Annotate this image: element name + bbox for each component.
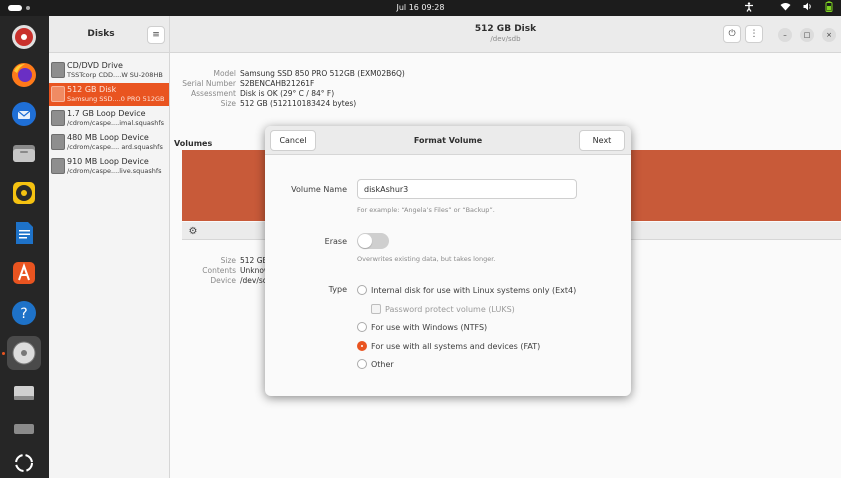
clock[interactable]: Jul 16 09:28 bbox=[0, 3, 841, 12]
dock-thunderbird-icon[interactable] bbox=[7, 97, 41, 131]
disk-menu-button[interactable]: ⋮ bbox=[745, 25, 763, 43]
option-label: For use with all systems and devices (FA… bbox=[371, 341, 541, 351]
power-off-button[interactable]: ⏻ bbox=[723, 25, 741, 43]
volumes-heading: Volumes bbox=[174, 139, 213, 148]
assessment-value: Disk is OK (29° C / 84° F) bbox=[240, 89, 335, 98]
top-bar: Jul 16 09:28 bbox=[0, 0, 841, 16]
format-volume-dialog: Cancel Format Volume Next Volume Name di… bbox=[265, 126, 631, 396]
disk-description: /cdrom/caspe....imal.squashfs bbox=[67, 119, 165, 127]
dock-rhythmbox-icon[interactable] bbox=[7, 176, 41, 210]
serial-value: S2BENCAHB21261F bbox=[240, 79, 315, 88]
disk-item-loop-910mb[interactable]: 910 MB Loop Device /cdrom/caspe....live.… bbox=[49, 155, 169, 178]
volume-icon[interactable] bbox=[803, 2, 813, 14]
maximize-button[interactable]: □ bbox=[800, 28, 814, 42]
device-label: Device bbox=[210, 276, 236, 285]
volume-size-label: Size bbox=[220, 256, 236, 265]
dock-disks-active-icon[interactable] bbox=[7, 336, 41, 370]
disk-name: 910 MB Loop Device bbox=[67, 157, 149, 166]
disk-list: CD/DVD Drive TSSTcorp CDD....W SU-208HB … bbox=[49, 53, 170, 478]
next-button[interactable]: Next bbox=[579, 130, 625, 151]
dialog-title: Format Volume bbox=[413, 136, 483, 145]
show-apps-icon[interactable] bbox=[7, 446, 41, 478]
main-header: 512 GB Disk /dev/sdb ⏻ ⋮ – □ × bbox=[170, 16, 841, 53]
disk-description: /cdrom/caspe....live.squashfs bbox=[67, 167, 162, 175]
option-label: Password protect volume (LUKS) bbox=[385, 304, 515, 314]
svg-text:?: ? bbox=[20, 306, 27, 322]
disk-name: 480 MB Loop Device bbox=[67, 133, 149, 142]
checkbox[interactable] bbox=[371, 304, 381, 314]
size-label: Size bbox=[220, 99, 236, 108]
dock-drive-2-icon[interactable] bbox=[7, 412, 41, 446]
volume-name-hint: For example: “Angela’s Files” or “Backup… bbox=[357, 206, 495, 214]
toggle-knob bbox=[358, 234, 372, 248]
disk-item-loop-1-7gb[interactable]: 1.7 GB Loop Device /cdrom/caspe....imal.… bbox=[49, 107, 169, 130]
disk-item-cd-dvd[interactable]: CD/DVD Drive TSSTcorp CDD....W SU-208HB bbox=[49, 59, 169, 82]
type-option-ext4[interactable]: Internal disk for use with Linux systems… bbox=[357, 284, 576, 296]
battery-icon[interactable] bbox=[825, 1, 833, 15]
minimize-button[interactable]: – bbox=[778, 28, 792, 42]
assessment-label: Assessment bbox=[191, 89, 236, 98]
maximize-icon: □ bbox=[803, 31, 811, 39]
sidebar-title: Disks bbox=[87, 29, 115, 39]
erase-toggle[interactable] bbox=[357, 233, 389, 249]
optical-drive-icon bbox=[51, 62, 65, 78]
dock-drive-icon[interactable] bbox=[7, 376, 41, 410]
option-label: Other bbox=[371, 359, 394, 369]
power-icon: ⏻ bbox=[728, 29, 736, 39]
option-label: Internal disk for use with Linux systems… bbox=[371, 285, 577, 295]
disk-description: /cdrom/caspe.... ard.squashfs bbox=[67, 143, 163, 151]
system-tray[interactable] bbox=[744, 1, 833, 15]
disk-name: 1.7 GB Loop Device bbox=[67, 109, 146, 118]
erase-label: Erase bbox=[324, 237, 347, 246]
radio-button-selected[interactable] bbox=[357, 341, 367, 351]
radio-button[interactable] bbox=[357, 359, 367, 369]
ssd-icon bbox=[51, 86, 65, 102]
model-label: Model bbox=[213, 69, 236, 78]
minimize-icon: – bbox=[783, 31, 787, 39]
type-option-ntfs[interactable]: For use with Windows (NTFS) bbox=[357, 321, 487, 333]
loop-device-icon bbox=[51, 158, 65, 174]
close-icon: × bbox=[826, 31, 832, 39]
loop-device-icon bbox=[51, 134, 65, 150]
radio-button[interactable] bbox=[357, 285, 367, 295]
dock-files-icon[interactable] bbox=[7, 136, 41, 170]
erase-hint: Overwrites existing data, but takes long… bbox=[357, 255, 496, 263]
type-option-fat[interactable]: For use with all systems and devices (FA… bbox=[357, 340, 540, 352]
accessibility-icon[interactable] bbox=[744, 1, 754, 15]
disk-item-512gb[interactable]: 512 GB Disk Samsung SSD....0 PRO 512GB bbox=[49, 83, 169, 106]
dialog-header: Cancel Format Volume Next bbox=[265, 126, 631, 155]
dock-disk-utility-icon[interactable] bbox=[7, 20, 41, 54]
loop-device-icon bbox=[51, 110, 65, 126]
type-label: Type bbox=[328, 285, 347, 294]
contents-label: Contents bbox=[202, 266, 236, 275]
dock-writer-icon[interactable] bbox=[7, 216, 41, 250]
hamburger-icon: ≡ bbox=[152, 30, 160, 40]
menu-button[interactable]: ≡ bbox=[147, 26, 165, 44]
dock-firefox-icon[interactable] bbox=[7, 58, 41, 92]
disk-name: CD/DVD Drive bbox=[67, 61, 123, 70]
kebab-menu-icon: ⋮ bbox=[749, 29, 759, 39]
disk-item-loop-480mb[interactable]: 480 MB Loop Device /cdrom/caspe.... ard.… bbox=[49, 131, 169, 154]
type-option-other[interactable]: Other bbox=[357, 358, 394, 370]
disk-name: 512 GB Disk bbox=[67, 85, 117, 94]
volume-name-label: Volume Name bbox=[291, 185, 347, 194]
disk-description: TSSTcorp CDD....W SU-208HB bbox=[67, 71, 163, 79]
dock: ? bbox=[0, 16, 49, 478]
radio-button[interactable] bbox=[357, 322, 367, 332]
model-value: Samsung SSD 850 PRO 512GB (EXM02B6Q) bbox=[240, 69, 405, 78]
size-value: 512 GB (512110183424 bytes) bbox=[240, 99, 357, 108]
sidebar-header: Disks ≡ bbox=[49, 16, 170, 53]
dock-help-icon[interactable]: ? bbox=[7, 296, 41, 330]
dock-app-center-icon[interactable] bbox=[7, 256, 41, 290]
volume-name-input[interactable]: diskAshur3 bbox=[357, 179, 577, 199]
running-indicator bbox=[2, 352, 5, 355]
serial-label: Serial Number bbox=[182, 79, 236, 88]
close-button[interactable]: × bbox=[822, 28, 836, 42]
gear-icon[interactable]: ⚙ bbox=[186, 224, 200, 238]
option-label: For use with Windows (NTFS) bbox=[371, 322, 488, 332]
wifi-icon[interactable] bbox=[780, 2, 791, 14]
disk-description: Samsung SSD....0 PRO 512GB bbox=[67, 95, 165, 103]
password-protect-option[interactable]: Password protect volume (LUKS) bbox=[371, 303, 515, 315]
